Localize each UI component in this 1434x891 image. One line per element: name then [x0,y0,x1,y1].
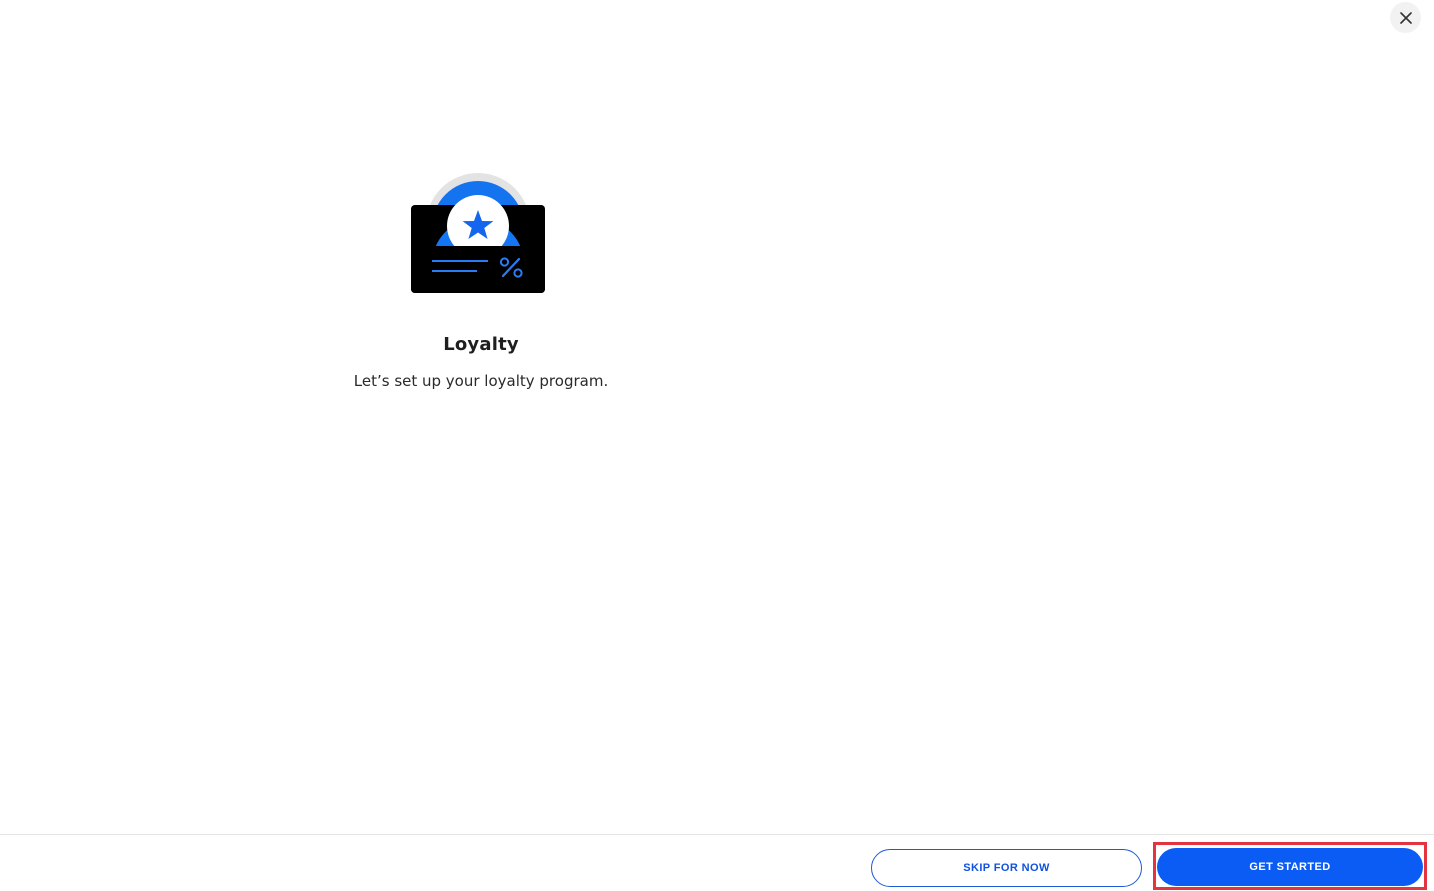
page-title: Loyalty [443,334,519,355]
footer-bar: SKIP FOR NOW GET STARTED [0,834,1434,891]
loyalty-badge-card-icon [411,173,545,293]
close-icon [1399,11,1412,24]
hero-section: Loyalty Let’s set up your loyalty progra… [281,170,681,391]
get-started-button[interactable]: GET STARTED [1157,848,1423,886]
skip-for-now-button[interactable]: SKIP FOR NOW [871,849,1142,887]
close-button[interactable] [1390,2,1421,33]
page-subtitle: Let’s set up your loyalty program. [353,372,609,390]
